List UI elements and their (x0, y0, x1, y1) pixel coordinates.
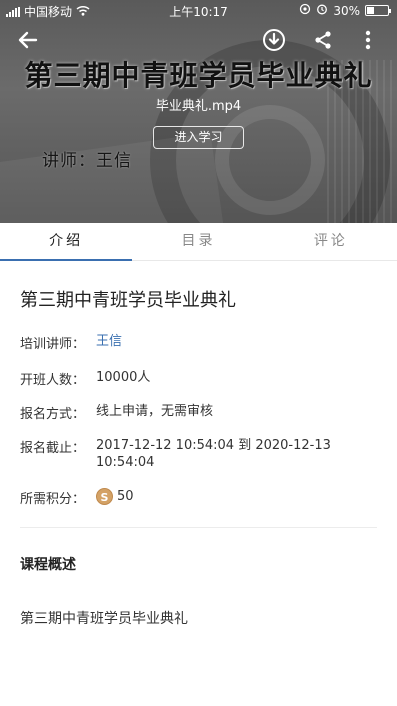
info-value: 2017-12-12 10:54:04 到 2020-12-13 10:54:0… (96, 438, 331, 470)
cover-teacher-caption: 讲师：王信 (42, 151, 132, 171)
info-row-teacher: 培训讲师： 王信 (20, 333, 356, 352)
alarm-icon (316, 3, 328, 18)
overview-heading: 课程概述 (20, 557, 76, 573)
info-row-signup-method: 报名方式： 线上申请，无需审核 (20, 403, 356, 422)
tab-catalog[interactable]: 目录 (132, 223, 264, 260)
teacher-link[interactable]: 王信 (96, 333, 356, 352)
info-row-enrollment: 开班人数： 10000人 (20, 369, 356, 388)
divider (20, 527, 377, 528)
cover-decoration (215, 105, 325, 215)
info-value: 线上申请，无需审核 (96, 404, 214, 419)
more-button[interactable] (356, 28, 380, 52)
share-icon (315, 31, 331, 49)
info-label: 报名截止： (20, 441, 86, 456)
info-row-deadline: 报名截止： 2017-12-12 10:54:04 到 2020-12-13 1… (20, 437, 356, 471)
info-label: 所需积分： (20, 492, 86, 507)
battery-icon (365, 5, 391, 16)
points-value-wrap: S 50 (96, 488, 356, 507)
info-label: 报名方式： (20, 407, 86, 422)
location-icon (299, 3, 311, 18)
points-value: 50 (117, 489, 134, 504)
share-button[interactable] (311, 28, 335, 52)
arrow-left-icon (18, 31, 38, 49)
cover-title: 第三期中青班学员毕业典礼 (24, 59, 373, 92)
download-button[interactable] (262, 28, 286, 52)
more-vertical-icon (365, 30, 371, 50)
course-title: 第三期中青班学员毕业典礼 (20, 290, 236, 311)
coin-icon: S (96, 488, 113, 505)
info-label: 开班人数： (20, 373, 86, 388)
tab-comments[interactable]: 评论 (265, 223, 397, 260)
course-cover: 中国移动 上午10:17 30% 第三期中青班学员毕业典礼 毕业典礼.mp4 进… (0, 0, 397, 223)
status-bar: 中国移动 上午10:17 30% (0, 0, 397, 20)
overview-text: 第三期中青班学员毕业典礼 (20, 611, 188, 627)
battery-percent: 30% (333, 3, 360, 18)
download-icon (263, 29, 285, 51)
tab-intro[interactable]: 介绍 (0, 223, 133, 261)
video-file-name: 毕业典礼.mp4 (155, 99, 242, 114)
info-value: 10000人 (96, 370, 151, 385)
info-label: 培训讲师： (20, 337, 86, 352)
course-tabs: 介绍 目录 评论 (0, 223, 397, 261)
back-button[interactable] (14, 26, 42, 54)
enter-learning-button[interactable]: 进入学习 (153, 126, 244, 149)
info-row-points: 所需积分： S 50 (20, 488, 356, 507)
